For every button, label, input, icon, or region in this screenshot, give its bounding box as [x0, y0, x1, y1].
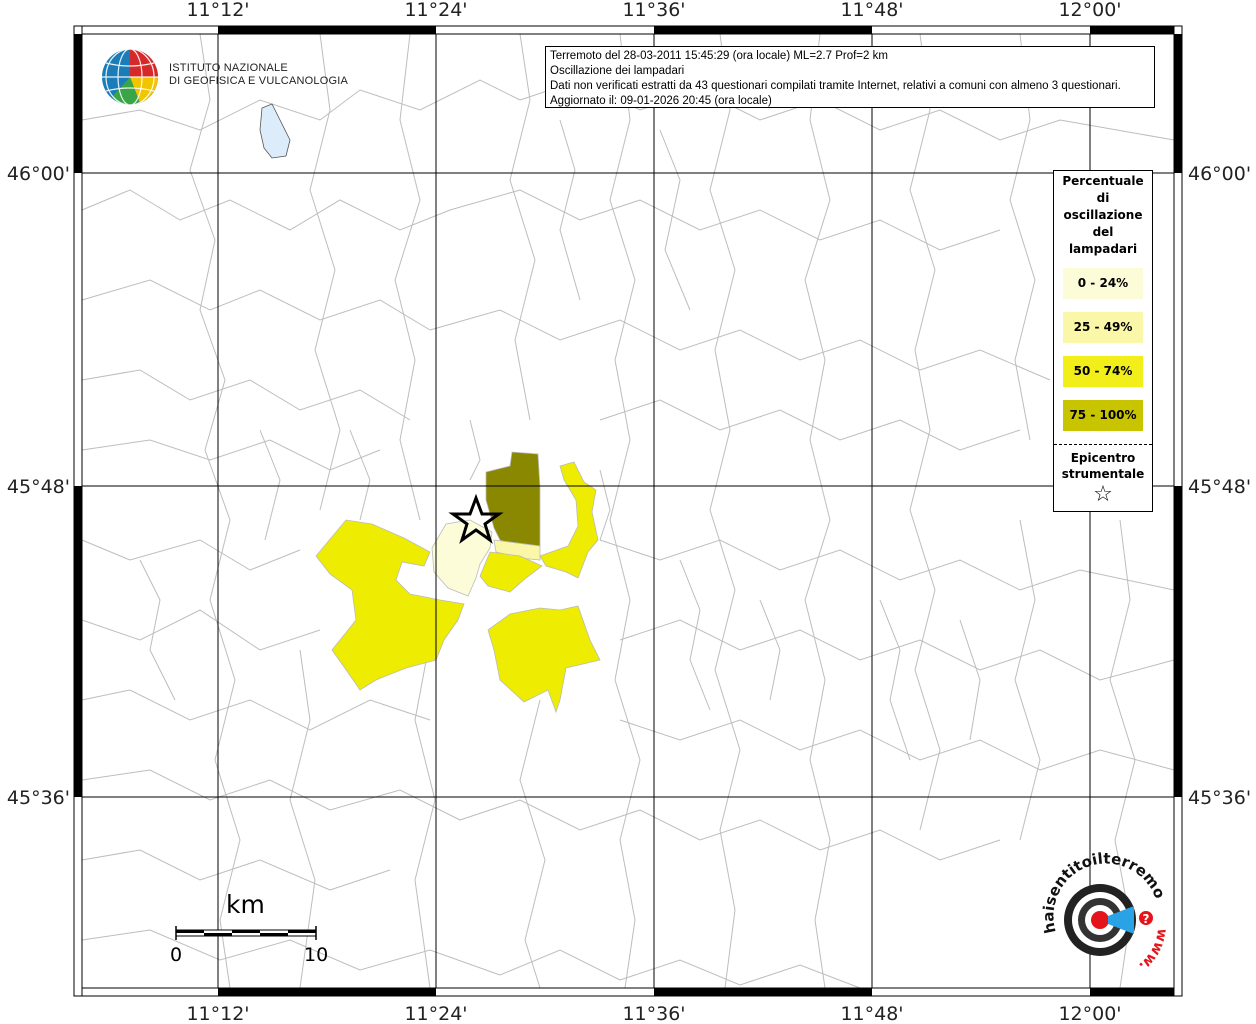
question-icon: ?	[1143, 912, 1150, 926]
legend: Percentuale di oscillazione del lampadar…	[1053, 170, 1153, 512]
update-timestamp: Aggiornato il: 09-01-2026 20:45 (ora loc…	[550, 95, 772, 107]
lon-tick-top: 11°36'	[622, 0, 685, 21]
lat-tick-left: 45°36'	[7, 787, 70, 809]
legend-title-line: oscillazione	[1063, 208, 1143, 222]
lon-tick-bottom: 11°36'	[622, 1003, 685, 1024]
lon-tick-bottom: 11°48'	[840, 1003, 903, 1024]
map-area	[81, 33, 1175, 989]
legend-title-line: di	[1096, 191, 1110, 205]
scale-start: 0	[170, 944, 183, 966]
lat-tick-left: 46°00'	[7, 163, 70, 185]
legend-title-line: del	[1092, 225, 1114, 239]
institute-line-2: DI GEOFISICA E VULCANOLOGIA	[169, 75, 348, 87]
lat-tick-left: 45°48'	[7, 476, 70, 498]
lat-tick-right: 45°36'	[1188, 787, 1251, 809]
legend-epicenter-label: Epicentro strumentale	[1054, 445, 1152, 482]
lon-tick-top: 11°48'	[840, 0, 903, 21]
map-subject: Oscillazione dei lampadari	[550, 65, 685, 77]
lat-tick-right: 45°48'	[1188, 476, 1251, 498]
lon-tick-bottom: 12°00'	[1058, 1003, 1121, 1024]
epicenter-label-line: Epicentro	[1070, 451, 1136, 465]
lon-tick-top: 11°24'	[404, 0, 467, 21]
lon-tick-top: 12°00'	[1058, 0, 1121, 21]
ingv-globe-logo	[102, 48, 158, 106]
legend-title-line: lampadari	[1068, 242, 1138, 256]
event-title: Terremoto del 28-03-2011 15:45:29 (ora l…	[550, 50, 888, 62]
lon-tick-bottom: 11°24'	[404, 1003, 467, 1024]
scale-unit: km	[226, 890, 265, 919]
longitude-ticks-top: 11°12' 11°24' 11°36' 11°48' 12°00'	[186, 0, 1121, 21]
lon-tick-bottom: 11°12'	[186, 1003, 249, 1024]
lon-tick-top: 11°12'	[186, 0, 249, 21]
legend-swatch-0-24: 0 - 24%	[1063, 268, 1143, 299]
legend-swatch-50-74: 50 - 74%	[1063, 356, 1143, 387]
legend-title: Percentuale di oscillazione del lampadar…	[1054, 171, 1152, 258]
latitude-ticks-left: 46°00' 45°48' 45°36'	[7, 163, 70, 809]
epicenter-label-line: strumentale	[1061, 467, 1145, 481]
latitude-ticks-right: 46°00' 45°48' 45°36'	[1188, 163, 1251, 809]
legend-title-line: Percentuale	[1062, 174, 1144, 188]
data-note: Dati non verificati estratti da 43 quest…	[550, 80, 1121, 92]
institute-name: ISTITUTO NAZIONALE DI GEOFISICA E VULCAN…	[169, 62, 348, 88]
lat-tick-right: 46°00'	[1188, 163, 1251, 185]
legend-star-icon: ☆	[1093, 482, 1113, 507]
institute-line-1: ISTITUTO NAZIONALE	[169, 62, 288, 74]
legend-swatch-75-100: 75 - 100%	[1063, 400, 1143, 431]
scale-end: 10	[304, 944, 329, 966]
haisentito-logo: haisentitoilterremoto.it www. ?	[1038, 850, 1171, 974]
longitude-ticks-bottom: 11°12' 11°24' 11°36' 11°48' 12°00'	[186, 1003, 1121, 1024]
watermark-url: www.	[1136, 927, 1171, 974]
legend-swatch-25-49: 25 - 49%	[1063, 312, 1143, 343]
event-info-box: Terremoto del 28-03-2011 15:45:29 (ora l…	[545, 46, 1155, 108]
